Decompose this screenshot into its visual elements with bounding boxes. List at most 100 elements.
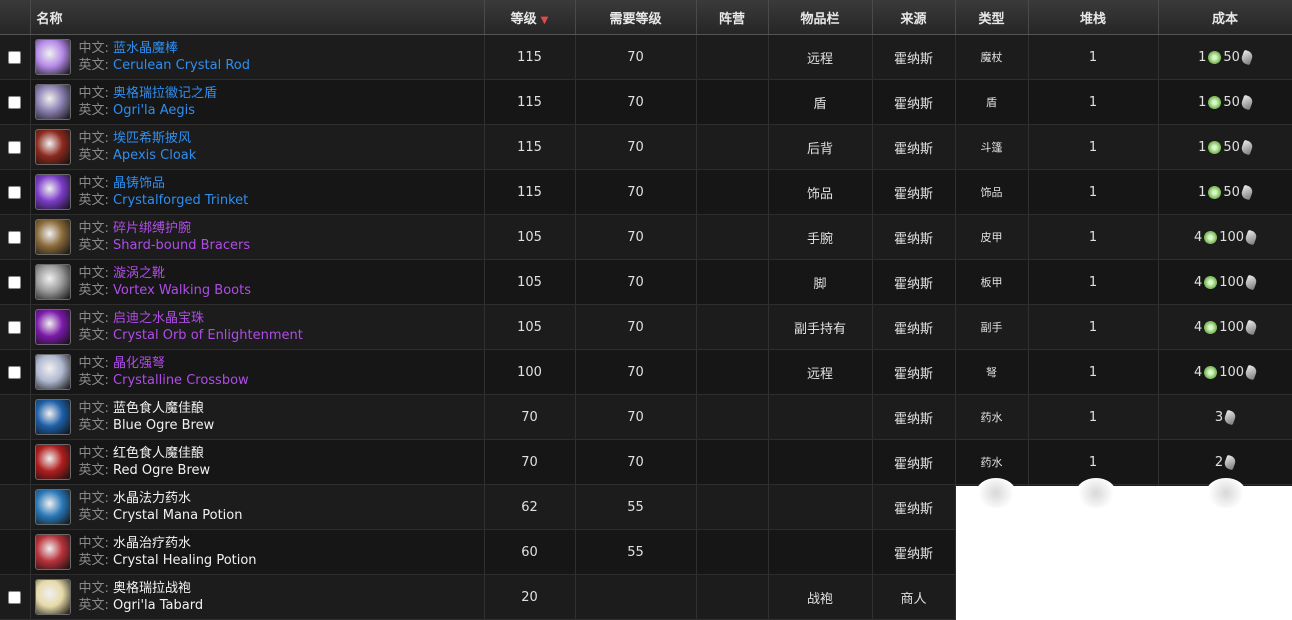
stack-cell: 1 [1028,34,1159,80]
orb-icon[interactable] [34,309,71,345]
cost-amount-a: 4 [1193,274,1203,290]
name-cell: 中文: 水晶治疗药水 英文: Crystal Healing Potion [30,529,485,575]
cost-header-label: 成本 [1211,11,1238,27]
table-row[interactable]: 中文: 奥格瑞拉徽记之盾 英文: Ogri'la Aegis 115 70 盾霍纳斯盾 1… [0,79,1292,125]
shield-icon[interactable] [34,84,71,120]
slot-header-label: 物品栏 [800,11,840,27]
item-name-en-link[interactable]: Crystal Healing Potion [113,553,257,568]
row-checkbox[interactable] [8,140,22,154]
table-row[interactable]: 中文: 漩涡之靴 英文: Vortex Walking Boots 105 70 脚霍纳… [0,259,1292,305]
table-row[interactable]: 中文: 蓝水晶魔棒 英文: Cerulean Crystal Rod 115 70 远程… [0,34,1292,80]
cost-amount-b: 100 [1219,319,1245,335]
cost-column-header[interactable]: 成本 [1158,0,1292,35]
type-header-label: 类型 [978,11,1005,27]
item-name-en-link[interactable]: Ogri'la Aegis [113,103,195,118]
item-name-cn-link[interactable]: 碎片绑缚护腕 [113,221,191,236]
item-name-en-link[interactable]: Crystalforged Trinket [113,193,248,208]
item-name-en-link[interactable]: Apexis Cloak [113,148,196,163]
item-name-en-link[interactable]: Vortex Walking Boots [113,283,251,298]
cloak-icon[interactable] [34,129,71,165]
trinket-icon[interactable] [34,174,71,210]
item-name-en-link[interactable]: Cerulean Crystal Rod [113,58,250,73]
select-cell [0,169,31,215]
req-level-column-header[interactable]: 需要等级 [575,0,697,35]
healing-potion-icon[interactable] [34,534,71,570]
cost-cell: 1 50 [1158,79,1292,125]
req-level-header-label: 需要等级 [609,11,662,27]
name-column-header[interactable]: 名称 [30,0,485,35]
source-cell: 霍纳斯 [872,529,956,575]
table-row[interactable]: 中文: 启迪之水晶宝珠 英文: Crystal Orb of Enlightenm… [0,304,1292,350]
row-checkbox[interactable] [8,185,22,199]
level-cell: 115 [484,124,576,170]
row-checkbox[interactable] [8,50,22,64]
item-name-cn-link[interactable]: 埃匹希斯披风 [113,131,191,146]
crossbow-icon[interactable] [34,354,71,390]
level-cell: 115 [484,79,576,125]
select-cell [0,259,31,305]
stack-column-header[interactable]: 堆栈 [1028,0,1159,35]
select-cell [0,394,31,440]
item-name-cn-link[interactable]: 水晶法力药水 [113,491,191,506]
stack-cell: 1 [1028,79,1159,125]
source-cell: 霍纳斯 [872,349,956,395]
token-icon [1239,139,1254,155]
slot-column-header[interactable]: 物品栏 [768,0,873,35]
table-row[interactable]: 中文: 晶铸饰品 英文: Crystalforged Trinket 115 70 饰品… [0,169,1292,215]
source-cell: 霍纳斯 [872,124,956,170]
bracers-icon[interactable] [34,219,71,255]
faction-column-header[interactable]: 阵营 [696,0,769,35]
stack-cell: 1 [1028,124,1159,170]
boots-icon[interactable] [34,264,71,300]
slot-cell: 远程 [768,349,873,395]
tabard-icon[interactable] [34,579,71,615]
cost-cell: 1 50 [1158,124,1292,170]
item-name-cn-link[interactable]: 蓝水晶魔棒 [113,41,178,56]
source-column-header[interactable]: 来源 [872,0,956,35]
table-row[interactable]: 中文: 晶化强弩 英文: Crystalline Crossbow 100 70 远程霍… [0,349,1292,395]
item-name-cn-link[interactable]: 晶铸饰品 [113,176,165,191]
en-prefix-label: 英文: [78,373,109,388]
row-checkbox[interactable] [8,365,22,379]
row-checkbox[interactable] [8,320,22,334]
item-name-en-link[interactable]: Shard-bound Bracers [113,238,250,253]
item-name-en-link[interactable]: Ogri'la Tabard [113,598,203,613]
blue-potion-icon[interactable] [34,399,71,435]
glare-spot [976,478,1016,508]
item-name-cn-link[interactable]: 启迪之水晶宝珠 [113,311,204,326]
item-name-cn-link[interactable]: 奥格瑞拉徽记之盾 [113,86,217,101]
faction-cell [696,34,769,80]
item-name-en-link[interactable]: Blue Ogre Brew [113,418,214,433]
row-checkbox[interactable] [8,230,22,244]
item-name-cn-link[interactable]: 水晶治疗药水 [113,536,191,551]
item-name-cn-link[interactable]: 蓝色食人魔佳酿 [113,401,204,416]
cost-cell: 4 100 [1158,349,1292,395]
item-name-cn-link[interactable]: 奥格瑞拉战袍 [113,581,191,596]
item-name-cn-link[interactable]: 晶化强弩 [113,356,165,371]
slot-cell [768,529,873,575]
item-name-cn-link[interactable]: 红色食人魔佳酿 [113,446,204,461]
crystal-rod-icon[interactable] [34,39,71,75]
source-cell: 霍纳斯 [872,169,956,215]
item-name-en-link[interactable]: Red Ogre Brew [113,463,210,478]
level-column-header[interactable]: 等级 ▼ [484,0,576,35]
row-checkbox[interactable] [8,590,22,604]
item-name-en-link[interactable]: Crystalline Crossbow [113,373,249,388]
level-cell: 70 [484,394,576,440]
name-cell: 中文: 奥格瑞拉徽记之盾 英文: Ogri'la Aegis [30,79,485,125]
item-name-en-link[interactable]: Crystal Mana Potion [113,508,242,523]
type-column-header[interactable]: 类型 [955,0,1029,35]
row-checkbox[interactable] [8,95,22,109]
red-potion-icon[interactable] [34,444,71,480]
apexis-shard-icon [1204,275,1218,289]
source-cell: 霍纳斯 [872,259,956,305]
type-cell: 药水 [955,394,1029,440]
table-row[interactable]: 中文: 埃匹希斯披风 英文: Apexis Cloak 115 70 后背 霍纳斯 斗篷 1 1… [0,124,1292,170]
en-prefix-label: 英文: [78,328,109,343]
mana-potion-icon[interactable] [34,489,71,525]
item-name-cn-link[interactable]: 漩涡之靴 [113,266,165,281]
row-checkbox[interactable] [8,275,22,289]
table-row[interactable]: 中文: 蓝色食人魔佳酿 英文: Blue Ogre Brew 70 70 霍纳斯 药水 1 3 [0,394,1292,440]
table-row[interactable]: 中文: 碎片绑缚护腕 英文: Shard-bound Bracers 105 70 手腕… [0,214,1292,260]
item-name-en-link[interactable]: Crystal Orb of Enlightenment [113,328,303,343]
